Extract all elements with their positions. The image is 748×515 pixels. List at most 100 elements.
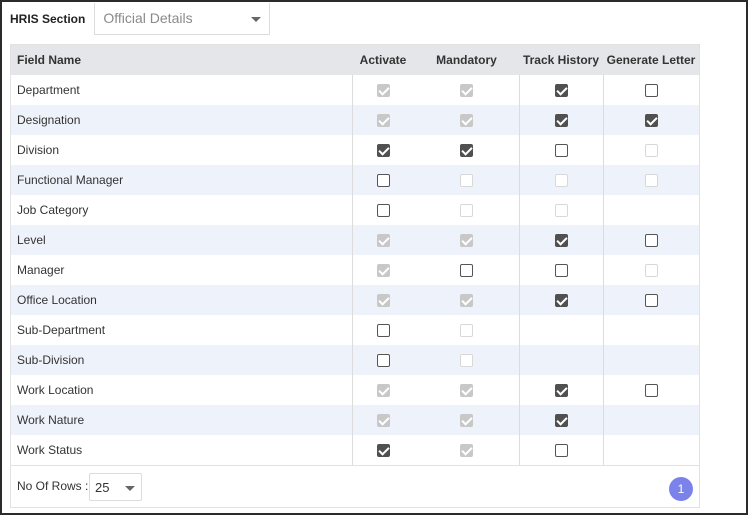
generate-letter-checkbox[interactable]	[644, 114, 658, 128]
activate-checkbox[interactable]	[376, 204, 390, 218]
mandatory-cell	[414, 135, 520, 165]
fields-table-container: Field Name Activate Mandatory Track Hist…	[10, 44, 700, 508]
activate-cell	[351, 135, 414, 165]
track-history-cell	[518, 165, 604, 195]
field-name-cell: Division	[17, 143, 60, 157]
column-header-generate-letter: Generate Letter	[603, 45, 699, 75]
activate-cell	[351, 435, 414, 465]
field-name-cell: Level	[11, 225, 352, 255]
field-name-cell: Designation	[11, 105, 352, 135]
field-name-cell: Sub-Department	[17, 323, 106, 337]
rows-per-page-label: No Of Rows :	[17, 479, 89, 493]
rows-per-page-select[interactable]: 25	[89, 473, 142, 501]
activate-cell	[351, 105, 414, 135]
mandatory-checkbox	[459, 414, 473, 428]
table-row: Department	[11, 75, 699, 105]
track-history-checkbox[interactable]	[554, 294, 568, 308]
column-header-activate: Activate	[352, 45, 414, 75]
table-row: Work Location	[11, 375, 699, 405]
track-history-cell	[518, 105, 604, 135]
track-history-cell	[518, 75, 604, 105]
generate-letter-cell	[603, 435, 699, 465]
track-history-checkbox[interactable]	[554, 384, 568, 398]
mandatory-cell	[414, 225, 520, 255]
generate-letter-cell	[603, 195, 699, 225]
activate-cell	[351, 165, 414, 195]
activate-checkbox[interactable]	[376, 444, 390, 458]
track-history-checkbox[interactable]	[554, 444, 568, 458]
field-name-cell: Functional Manager	[11, 165, 352, 195]
track-history-cell	[518, 405, 604, 435]
track-history-cell	[518, 255, 604, 285]
activate-checkbox[interactable]	[376, 324, 390, 338]
table-row: Sub-Division	[11, 345, 699, 375]
track-history-cell	[518, 225, 604, 255]
mandatory-checkbox[interactable]	[459, 144, 473, 158]
mandatory-checkbox	[459, 174, 473, 188]
generate-letter-checkbox[interactable]	[644, 84, 658, 98]
track-history-checkbox	[554, 174, 568, 188]
column-header-track-history: Track History	[519, 45, 603, 75]
track-history-cell	[518, 135, 604, 165]
generate-letter-cell	[603, 375, 699, 405]
generate-letter-checkbox	[644, 174, 658, 188]
generate-letter-checkbox[interactable]	[644, 234, 658, 248]
activate-checkbox	[376, 84, 390, 98]
generate-letter-cell	[603, 105, 699, 135]
activate-checkbox[interactable]	[376, 174, 390, 188]
generate-letter-cell	[603, 405, 699, 435]
track-history-cell	[518, 345, 604, 375]
generate-letter-checkbox	[644, 144, 658, 158]
page-button-1[interactable]: 1	[669, 477, 693, 501]
track-history-checkbox[interactable]	[554, 234, 568, 248]
mandatory-cell	[414, 315, 520, 345]
generate-letter-checkbox[interactable]	[644, 294, 658, 308]
hris-section-bar: HRIS Section Official Details	[10, 2, 271, 36]
activate-cell	[351, 345, 414, 375]
mandatory-checkbox	[459, 294, 473, 308]
generate-letter-cell	[603, 315, 699, 345]
track-history-cell	[518, 435, 604, 465]
chevron-down-icon	[125, 486, 135, 491]
activate-checkbox[interactable]	[376, 354, 390, 368]
field-name-cell: Job Category	[17, 203, 89, 217]
mandatory-cell	[414, 105, 520, 135]
field-name-cell: Office Location	[11, 285, 352, 315]
table-row: Sub-Department	[11, 315, 699, 345]
hris-section-select[interactable]: Official Details	[94, 3, 271, 35]
generate-letter-cell	[603, 225, 699, 255]
mandatory-checkbox	[459, 204, 473, 218]
window-frame: HRIS Section Official Details Field Name…	[0, 0, 748, 515]
mandatory-cell	[414, 165, 520, 195]
mandatory-cell	[414, 375, 520, 405]
mandatory-checkbox	[459, 114, 473, 128]
mandatory-cell	[414, 255, 520, 285]
activate-checkbox	[376, 114, 390, 128]
track-history-checkbox	[554, 204, 568, 218]
track-history-checkbox[interactable]	[554, 84, 568, 98]
track-history-checkbox[interactable]	[554, 144, 568, 158]
table-row: Manager	[11, 255, 699, 285]
track-history-checkbox[interactable]	[554, 414, 568, 428]
track-history-checkbox[interactable]	[554, 114, 568, 128]
generate-letter-cell	[603, 285, 699, 315]
table-row: Designation	[11, 105, 699, 135]
chevron-down-icon	[251, 17, 262, 22]
generate-letter-cell	[603, 165, 699, 195]
track-history-cell	[518, 285, 604, 315]
mandatory-cell	[414, 285, 520, 315]
mandatory-cell	[414, 405, 520, 435]
table-row: Work Status	[11, 435, 699, 465]
field-name-cell: Work Nature	[11, 405, 352, 435]
track-history-checkbox[interactable]	[554, 264, 568, 278]
field-name-cell: Work Location	[17, 383, 94, 397]
generate-letter-checkbox[interactable]	[644, 384, 658, 398]
activate-checkbox	[376, 294, 390, 308]
mandatory-checkbox	[459, 354, 473, 368]
activate-checkbox[interactable]	[376, 144, 390, 158]
generate-letter-cell	[603, 135, 699, 165]
table-row: Functional Manager	[11, 165, 699, 195]
mandatory-checkbox[interactable]	[459, 264, 473, 278]
table-row: Level	[11, 225, 699, 255]
hris-section-value: Official Details	[103, 10, 193, 26]
